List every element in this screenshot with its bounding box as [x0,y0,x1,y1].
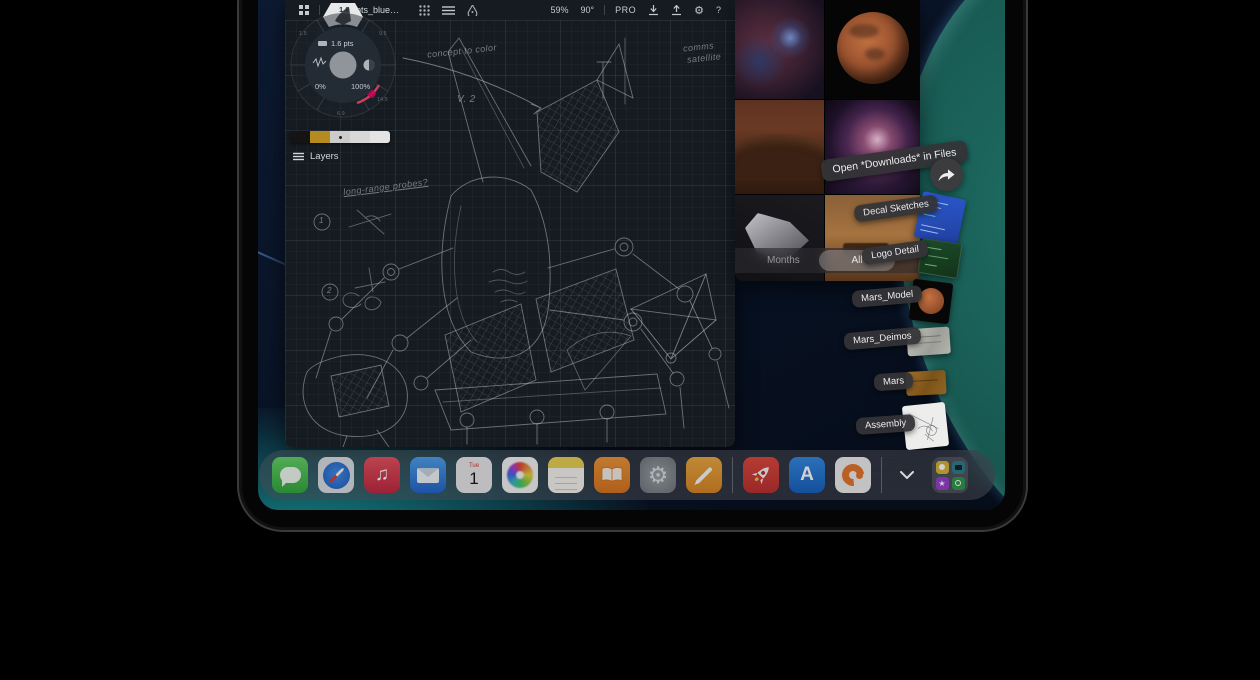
photo-mars-globe[interactable] [825,0,920,99]
flower-icon [507,462,533,488]
import-icon[interactable] [648,5,659,16]
dot-grid-icon[interactable] [419,5,430,16]
hamburger-icon [293,152,304,161]
share-forward-button[interactable] [930,158,963,191]
photo-horsehead-nebula[interactable] [735,0,824,99]
dock-icon-messages[interactable] [272,457,308,493]
wheel-opacity-max: 100% [351,82,371,91]
photos-app-window: Months All [735,0,920,281]
annotation-marker-1: 1 [319,216,324,225]
zoom-level[interactable]: 59% [550,5,568,15]
settings-gear-icon[interactable]: ⚙ [694,4,704,17]
dock-icon-mail[interactable] [410,457,446,493]
wheel-opacity-min: 0% [315,82,326,91]
dock-icon-books[interactable] [594,457,630,493]
music-note-icon: ♫ [375,464,389,486]
mini-star-icon: ★ [936,477,949,490]
app-library-grid: ★ [936,461,965,490]
speech-bubble-icon [280,467,301,483]
ring-value: 6.9 [337,111,345,117]
stacked-layers-icon[interactable] [442,5,455,16]
pen-icon [695,466,713,484]
concepts-dot [856,472,863,479]
dock-icon-rocket[interactable] [743,457,779,493]
ring-value: 1.5 [299,31,307,37]
pen-nib-icon[interactable] [467,5,478,16]
mini-tips-icon [936,461,949,474]
dock-divider [881,457,882,493]
forward-arrow-icon [937,167,956,182]
color-palette-strip[interactable] [290,131,390,143]
annotation-marker-2: 2 [327,286,332,295]
gear-icon: ⚙ [648,462,669,489]
dock: ♫ Tue 1 ⚙ A [259,450,995,500]
annotation-version: V. 2 [457,94,476,105]
tool-wheel[interactable]: 1.6 pts 0% 100% 1.6 1.5 9.5 14.5 6.9 [287,3,397,119]
ring-value: 14.5 [377,97,388,103]
swatch-black[interactable] [290,131,310,143]
swatch-white[interactable] [370,131,390,143]
drag-label-mars: Mars [873,372,913,392]
chevron-down-icon [900,471,914,479]
pro-badge[interactable]: PRO [615,5,636,15]
photo-mars-surface[interactable] [735,100,824,194]
open-book-icon [601,467,623,483]
layers-label: Layers [310,151,339,162]
swatch-gold[interactable] [310,131,330,143]
mini-camera-icon [952,461,965,474]
dock-divider [732,457,733,493]
brush-size-knob [330,52,357,79]
dock-icon-app-library[interactable]: ★ [932,457,968,493]
dock-icon-concepts[interactable] [835,457,871,493]
rocket-icon [749,463,773,487]
calendar-day: 1 [469,470,478,487]
wheel-size-label: 1.6 pts [331,39,354,48]
rotation-value[interactable]: 90° [580,5,594,15]
layers-button[interactable]: Layers [293,151,339,162]
dock-icon-notes[interactable] [548,457,584,493]
dock-icon-calendar[interactable]: Tue 1 [456,457,492,493]
dock-icon-music[interactable]: ♫ [364,457,400,493]
dock-icon-safari[interactable] [318,457,354,493]
ring-value: 9.5 [379,31,387,37]
help-button[interactable]: ? [716,5,721,15]
swatch-lighter-gray[interactable] [350,131,370,143]
mini-podcast-icon [952,477,965,490]
concepts-app-window: concept to color comms satellite V. 2 lo… [285,0,735,447]
photo-orion-nebula[interactable] [825,100,920,194]
envelope-icon [417,468,439,483]
ipad-screen: concept to color comms satellite V. 2 lo… [258,0,1005,510]
photo-grid [735,0,920,281]
toolbar-divider [604,5,605,15]
dock-icon-settings[interactable]: ⚙ [640,457,676,493]
compass-icon [323,462,350,489]
tab-months[interactable]: Months [767,255,800,266]
concepts-c-icon [838,460,869,491]
swatch-light-gray[interactable] [330,131,350,143]
wheel-active-size: 1.6 [339,5,349,14]
appstore-a-glyph: A [800,464,814,486]
export-icon[interactable] [671,5,682,16]
dock-icon-app-store[interactable]: A [789,457,825,493]
dock-icon-photos[interactable] [502,457,538,493]
dock-icon-pages[interactable] [686,457,722,493]
swatch-selected-dot [339,136,342,139]
mars-hill [735,134,824,180]
dock-chevron-button[interactable] [892,457,922,493]
